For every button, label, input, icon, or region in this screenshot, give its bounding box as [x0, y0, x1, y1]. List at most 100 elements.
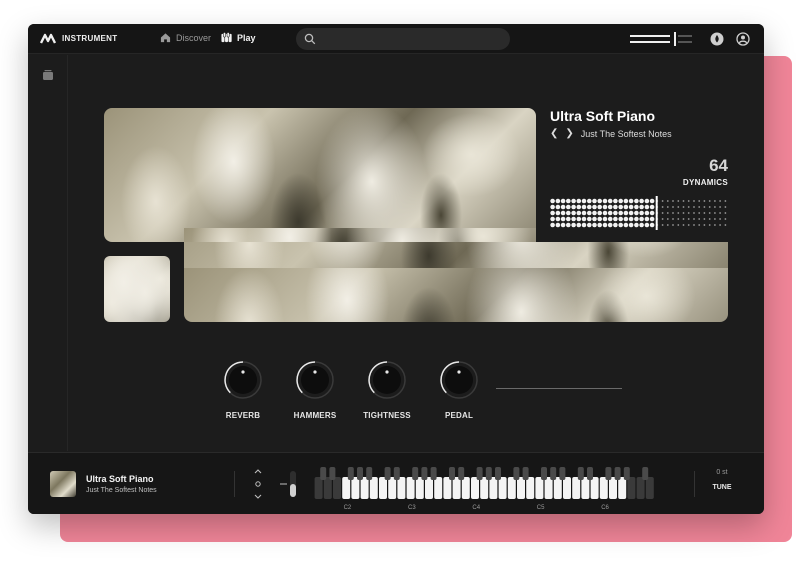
- dynamics-meter-dot: [618, 222, 623, 228]
- tightness-knob[interactable]: TIGHTNESS: [358, 360, 416, 420]
- dynamics-meter-dot: [571, 204, 576, 210]
- dynamics-meter-dot: [693, 212, 695, 214]
- dynamics-meter-dot: [714, 206, 716, 208]
- search-input[interactable]: [296, 28, 510, 50]
- reverb-knob[interactable]: REVERB: [214, 360, 272, 420]
- user-account-icon[interactable]: [736, 32, 750, 46]
- dynamics-meter-dot: [687, 200, 690, 202]
- white-key: [517, 477, 525, 499]
- dynamics-meter-dot: [714, 212, 716, 214]
- hammers-knob[interactable]: HAMMERS: [286, 360, 344, 420]
- player-title: Ultra Soft Piano: [86, 474, 154, 484]
- dynamics-meter-dot: [623, 198, 629, 204]
- dynamics-meter-dot: [550, 204, 555, 210]
- dynamics-meter-dot: [634, 222, 639, 228]
- dynamics-meter-dot: [576, 222, 582, 228]
- dynamics-label: DYNAMICS: [682, 178, 728, 187]
- dynamics-meter-dot: [592, 204, 597, 210]
- dynamics-meter-dot: [672, 212, 674, 214]
- white-key: [415, 477, 424, 499]
- dynamics-meter-dot: [581, 204, 587, 210]
- preset-title: Ultra Soft Piano: [550, 108, 656, 124]
- black-key: [449, 467, 455, 480]
- nav-label-discover: Discover: [176, 32, 212, 43]
- dynamics-meter-dot: [672, 224, 674, 226]
- pedal-knob[interactable]: PEDAL: [430, 360, 488, 420]
- black-key: [522, 467, 529, 480]
- dynamics-meter-dot: [703, 212, 706, 214]
- dynamics-meter-dot: [666, 212, 669, 214]
- dynamics-meter-dot: [581, 222, 587, 228]
- dynamics-meter-dot: [666, 206, 669, 208]
- dynamics-meter-dot: [618, 204, 623, 210]
- hammers-knob-dial[interactable]: [295, 360, 335, 400]
- dynamics-meter-dot: [672, 200, 674, 202]
- white-key: [627, 477, 636, 499]
- dynamics-meter-dot: [634, 198, 639, 204]
- tune-control[interactable]: 0 st TUNE: [702, 469, 742, 491]
- dynamics-meter-dot: [634, 204, 639, 210]
- white-key: [526, 477, 535, 499]
- black-key: [384, 467, 391, 480]
- black-key: [393, 467, 400, 480]
- dynamics-meter-dot: [628, 204, 634, 210]
- dynamics-meter-dot: [597, 204, 602, 210]
- piano-keyboard[interactable]: C2 C3 C4 C5 C6: [314, 467, 660, 511]
- brand[interactable]: INSTRUMENT: [40, 32, 117, 44]
- dynamics-meter-dot: [623, 222, 629, 228]
- dynamics-meter-dot: [724, 218, 727, 220]
- white-key: [379, 477, 387, 499]
- artwork-thumbnail-image: [104, 256, 170, 322]
- preset-info: Ultra Soft Piano ❮ ❯ Just The Softest No…: [550, 108, 728, 242]
- dynamics-meter-dot: [566, 216, 571, 222]
- dynamics-meter-dot: [623, 216, 629, 222]
- octave-label: C3: [408, 505, 416, 511]
- dynamics-meter-dot: [666, 224, 669, 226]
- dynamics-meter-dot: [607, 210, 613, 216]
- dynamics-meter-dot: [644, 198, 650, 204]
- black-key: [587, 467, 593, 480]
- dynamics-meter-dot: [555, 216, 561, 222]
- white-key: [461, 477, 470, 499]
- brand-logo-icon: [40, 33, 56, 44]
- player-subtitle: Just The Softest Notes: [86, 487, 157, 494]
- dynamics-meter-dot: [649, 198, 655, 204]
- dynamics-meter-dot: [592, 198, 597, 204]
- white-key: [489, 477, 498, 499]
- pedal-knob-dial[interactable]: [439, 360, 479, 400]
- player-artwork-thumbnail[interactable]: [50, 471, 76, 497]
- previous-preset-icon[interactable]: ❮: [550, 128, 558, 139]
- dynamics-meter-dot: [644, 222, 650, 228]
- black-key: [485, 467, 492, 480]
- blank-slider-track[interactable]: [496, 388, 622, 389]
- black-key: [421, 467, 428, 480]
- dynamics-meter-dot: [597, 216, 602, 222]
- dynamics-meter-dot: [623, 204, 629, 210]
- tightness-knob-dial[interactable]: [367, 360, 407, 400]
- dynamics-meter-dot: [550, 216, 555, 222]
- dynamics-meter-dot: [587, 210, 592, 216]
- dynamics-meter[interactable]: [550, 196, 728, 230]
- volume-handle[interactable]: [674, 32, 676, 46]
- dynamics-meter-dot: [581, 210, 587, 216]
- dynamics-meter-dot: [698, 200, 701, 202]
- dynamics-meter-dot: [639, 210, 644, 216]
- next-preset-icon[interactable]: ❯: [565, 128, 573, 139]
- library-icon[interactable]: [42, 69, 54, 81]
- dynamics-meter-dot: [666, 218, 669, 220]
- black-key: [559, 467, 566, 480]
- white-key: [351, 477, 360, 499]
- reverb-knob-dial[interactable]: [223, 360, 263, 400]
- notifications-icon[interactable]: [710, 32, 724, 46]
- nav-item-discover[interactable]: Discover: [160, 32, 211, 43]
- octave-shift-control[interactable]: [252, 467, 264, 501]
- master-volume-slider[interactable]: [630, 32, 692, 46]
- nav-item-play[interactable]: Play: [221, 32, 256, 43]
- white-key: [544, 477, 553, 499]
- dynamics-meter-dot: [639, 216, 644, 222]
- search-icon: [304, 33, 316, 45]
- black-key: [329, 467, 336, 480]
- modulation-slider[interactable]: [280, 469, 298, 499]
- dynamics-meter-dot: [693, 200, 695, 202]
- dynamics-meter-dot: [687, 206, 690, 208]
